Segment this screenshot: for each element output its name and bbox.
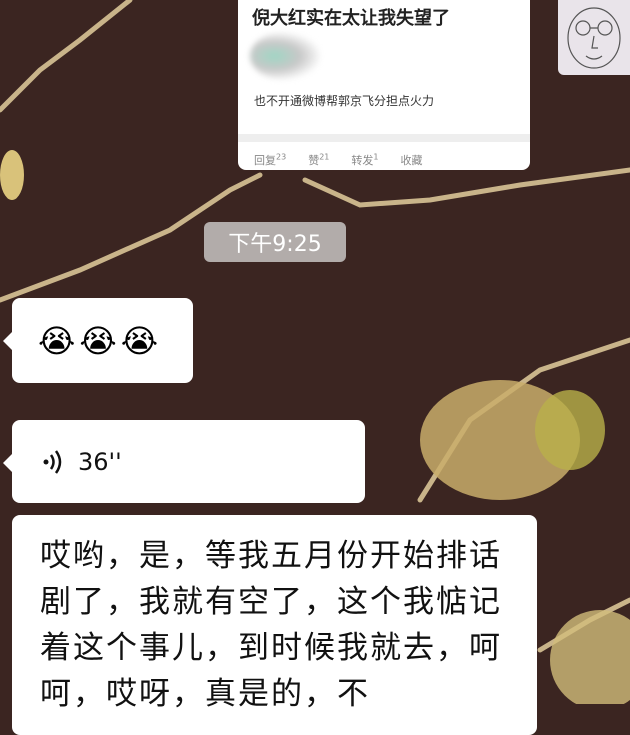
emoji-message-bubble[interactable]: 😭 😭 😭	[3, 298, 193, 383]
crying-face-icon: 😭	[79, 321, 117, 360]
crying-face-icon: 😭	[120, 321, 159, 360]
reply-action[interactable]: 回复23	[254, 152, 286, 168]
blurred-avatar	[250, 32, 320, 80]
post-actions: 回复23 赞21 转发1 收藏	[254, 152, 422, 168]
voice-wave-icon	[43, 449, 62, 474]
crying-face-icon: 😭	[38, 321, 76, 360]
post-title: 倪大红实在太让我失望了	[252, 8, 450, 29]
sketch-face-icon	[567, 7, 621, 69]
voice-message-bubble[interactable]: 36''	[3, 420, 365, 503]
timestamp: 下午9:25	[204, 222, 346, 262]
avatar[interactable]	[558, 0, 630, 75]
text-message-bubble[interactable]: 哎哟，是，等我五月份开始排话剧了，我就有空了，这个我惦记着这个事儿，到时候我就去…	[12, 515, 537, 735]
post-text: 也不开通微博帮郭京飞分担点火力	[254, 94, 435, 108]
like-action[interactable]: 赞21	[308, 152, 329, 168]
repost-action[interactable]: 转发1	[351, 152, 378, 168]
voice-duration: 36''	[78, 447, 122, 476]
shared-post-card[interactable]: 倪大红实在太让我失望了 也不开通微博帮郭京飞分担点火力 回复23 赞21 转发1…	[238, 0, 530, 170]
favorite-action[interactable]: 收藏	[400, 152, 422, 168]
message-text: 哎哟，是，等我五月份开始排话剧了，我就有空了，这个我惦记着这个事儿，到时候我就去…	[40, 538, 502, 712]
divider	[238, 134, 530, 142]
